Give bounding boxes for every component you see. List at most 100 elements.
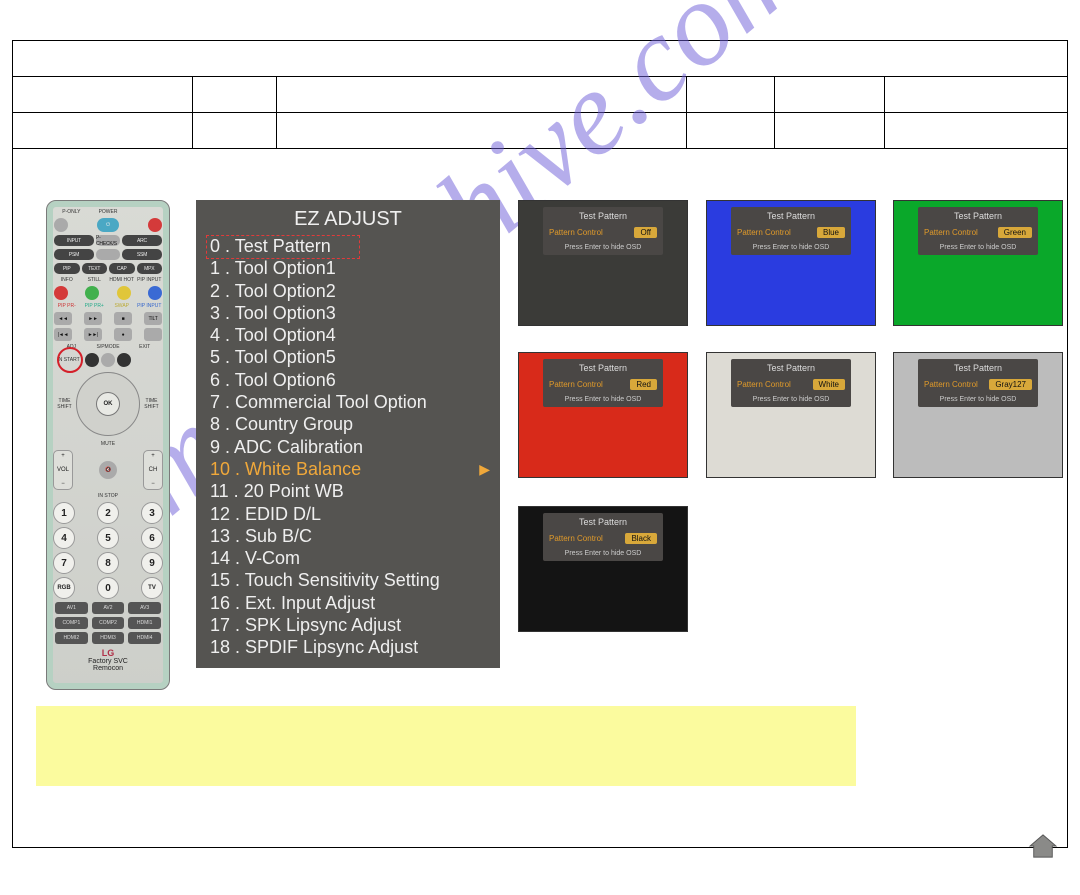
stop-button[interactable]: ■	[114, 312, 132, 325]
num-6[interactable]: 6	[141, 527, 163, 549]
ez-item-5[interactable]: 5 . Tool Option5	[210, 346, 486, 368]
num-7[interactable]: 7	[53, 552, 75, 574]
vol-rocker[interactable]: +VOL−	[53, 450, 73, 490]
ez-item-2[interactable]: 2 . Tool Option2	[210, 280, 486, 302]
av2-button[interactable]: AV2	[92, 602, 125, 614]
spmode-label: S/PMODE	[90, 344, 127, 350]
hcell	[885, 77, 1067, 112]
next-button[interactable]: ►►|	[84, 328, 102, 341]
spmode-button[interactable]	[101, 353, 115, 367]
input-button[interactable]: INPUT	[54, 235, 94, 246]
ez-item-4[interactable]: 4 . Tool Option4	[210, 324, 486, 346]
ez-item-3[interactable]: 3 . Tool Option3	[210, 302, 486, 324]
num-5[interactable]: 5	[97, 527, 119, 549]
cap-button[interactable]: CAP	[109, 263, 135, 274]
color-green-button[interactable]	[85, 286, 99, 300]
mpx-button[interactable]: MPX	[137, 263, 163, 274]
mute-button[interactable]: 🔇	[99, 461, 117, 479]
prev-button[interactable]: |◄◄	[54, 328, 72, 341]
color-red-button[interactable]	[54, 286, 68, 300]
eye-button[interactable]	[148, 218, 162, 232]
ez-item-14[interactable]: 14 . V-Com	[210, 547, 486, 569]
ez-item-17[interactable]: 17 . SPK Lipsync Adjust	[210, 614, 486, 636]
lg-logo: LG	[53, 648, 163, 658]
osd-title: Test Pattern	[737, 211, 845, 221]
num-4[interactable]: 4	[53, 527, 75, 549]
psm-button[interactable]: PSM	[54, 249, 94, 260]
av1-button[interactable]: AV1	[55, 602, 88, 614]
pcheck-button[interactable]: P-CHECK/S	[96, 235, 120, 246]
num-9[interactable]: 9	[141, 552, 163, 574]
num-1[interactable]: 1	[53, 502, 75, 524]
ez-item-8[interactable]: 8 . Country Group	[210, 413, 486, 435]
ez-item-12[interactable]: 12 . EDID D/L	[210, 503, 486, 525]
p-only-label: P-ONLY	[53, 209, 90, 215]
mid-button[interactable]	[96, 249, 120, 260]
color-yellow-button[interactable]	[117, 286, 131, 300]
comp1-button[interactable]: COMP1	[55, 617, 88, 629]
ez-item-10[interactable]: 10 . White Balance▶	[210, 458, 486, 480]
comp2-button[interactable]: COMP2	[92, 617, 125, 629]
ponly-button[interactable]	[54, 218, 68, 232]
hdmi2-button[interactable]: HDMI2	[55, 632, 88, 644]
tv-osd: Test PatternPattern ControlWhitePress En…	[731, 359, 851, 407]
hcell	[277, 77, 687, 112]
dpad[interactable]: OK	[76, 372, 140, 436]
hdmi1-button[interactable]: HDMI1	[128, 617, 161, 629]
ez-adjust-menu: EZ ADJUST 0 . Test Pattern1 . Tool Optio…	[196, 200, 500, 668]
rgb-button[interactable]: RGB	[53, 577, 75, 599]
osd-badge: Off	[634, 227, 657, 238]
adj-button[interactable]	[85, 353, 99, 367]
ez-item-0[interactable]: 0 . Test Pattern	[210, 235, 486, 257]
tv-button[interactable]: TV	[141, 577, 163, 599]
text-button[interactable]: TEXT	[82, 263, 108, 274]
hcell	[13, 77, 193, 112]
tilt-button[interactable]: TILT	[144, 312, 162, 325]
ch-rocker[interactable]: +CH−	[143, 450, 163, 490]
hcell	[13, 113, 193, 148]
ez-item-1[interactable]: 1 . Tool Option1	[210, 257, 486, 279]
ok-button[interactable]: OK	[96, 392, 120, 416]
ez-item-13[interactable]: 13 . Sub B/C	[210, 525, 486, 547]
power-button[interactable]: ⏻	[97, 218, 119, 232]
hdmi4-button[interactable]: HDMI4	[128, 632, 161, 644]
hcell	[277, 113, 687, 148]
ez-item-11[interactable]: 11 . 20 Point WB	[210, 480, 486, 502]
rec-button[interactable]: ●	[114, 328, 132, 341]
pip-button[interactable]: PIP	[54, 263, 80, 274]
arc-button[interactable]: ARC	[122, 235, 162, 246]
hdmi3-button[interactable]: HDMI3	[92, 632, 125, 644]
aux-button[interactable]	[144, 328, 162, 341]
ez-item-16[interactable]: 16 . Ext. Input Adjust	[210, 592, 486, 614]
home-icon[interactable]	[1028, 833, 1058, 859]
header-grid-row2	[13, 113, 1067, 149]
num-3[interactable]: 3	[141, 502, 163, 524]
rew-button[interactable]: ◄◄	[54, 312, 72, 325]
ff-button[interactable]: ►►	[84, 312, 102, 325]
osd-pattern-label: Pattern Control	[549, 534, 603, 543]
color-blue-button[interactable]	[148, 286, 162, 300]
ez-item-18[interactable]: 18 . SPDIF Lipsync Adjust	[210, 636, 486, 658]
av3-button[interactable]: AV3	[128, 602, 161, 614]
exit-button[interactable]	[117, 353, 131, 367]
num-0[interactable]: 0	[97, 577, 119, 599]
num-8[interactable]: 8	[97, 552, 119, 574]
osd-badge: Green	[998, 227, 1032, 238]
ez-item-7[interactable]: 7 . Commercial Tool Option	[210, 391, 486, 413]
num-2[interactable]: 2	[97, 502, 119, 524]
osd-pattern-label: Pattern Control	[737, 228, 791, 237]
ez-item-9[interactable]: 9 . ADC Calibration	[210, 436, 486, 458]
osd-pattern-label: Pattern Control	[924, 228, 978, 237]
tv-thumb-blue: Test PatternPattern ControlBluePress Ent…	[706, 200, 876, 326]
tv-thumb-off: Test PatternPattern ControlOffPress Ente…	[518, 200, 688, 326]
ez-item-15[interactable]: 15 . Touch Sensitivity Setting	[210, 569, 486, 591]
ssm-button[interactable]: SSM	[122, 249, 162, 260]
osd-title: Test Pattern	[924, 211, 1032, 221]
hcell	[775, 77, 885, 112]
tv-osd: Test PatternPattern ControlGray127Press …	[918, 359, 1038, 407]
osd-pattern-label: Pattern Control	[549, 380, 603, 389]
osd-badge: Gray127	[989, 379, 1032, 390]
lg-sub1: Factory SVC	[53, 658, 163, 665]
osd-badge: White	[813, 379, 845, 390]
ez-item-6[interactable]: 6 . Tool Option6	[210, 369, 486, 391]
